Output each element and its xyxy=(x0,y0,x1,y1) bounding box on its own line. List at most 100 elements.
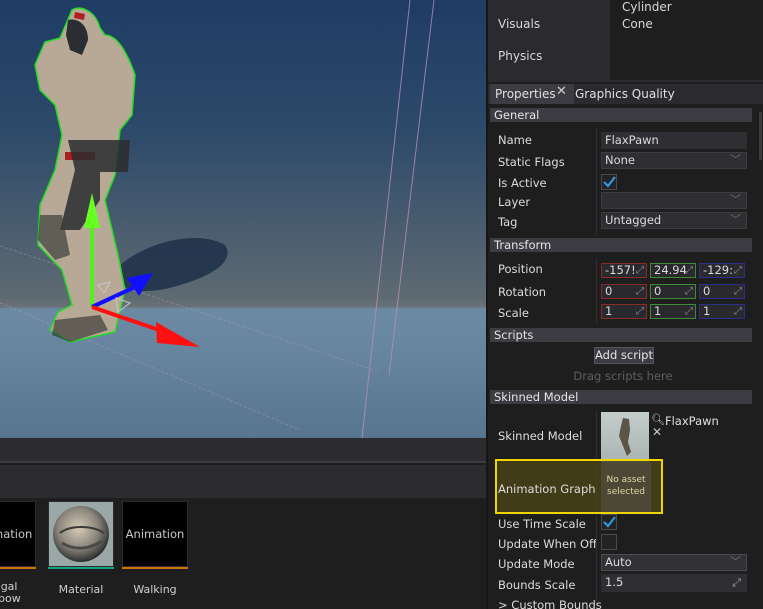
position-label: Position xyxy=(498,262,543,276)
slider-handle-icon[interactable]: ⤢ xyxy=(734,305,742,318)
grid-line xyxy=(388,0,435,376)
checkmark-icon xyxy=(603,176,616,188)
bounds-scale-input[interactable]: 1.5 ⤢ xyxy=(601,574,747,592)
rotation-x-value: 0 xyxy=(605,284,613,298)
update-mode-value: Auto xyxy=(605,555,632,569)
use-time-scale-checkbox[interactable] xyxy=(601,514,617,530)
scale-z-value: 1 xyxy=(703,304,711,318)
slider-handle-icon[interactable]: ⤢ xyxy=(685,305,693,318)
viewport-scene xyxy=(0,0,435,438)
add-script-button[interactable]: Add script xyxy=(594,347,654,364)
static-flags-dropdown[interactable]: None ﹀ xyxy=(601,152,747,169)
bounds-scale-label: Bounds Scale xyxy=(498,578,576,592)
asset-item[interactable]: Animation Legal Elbow xyxy=(0,501,36,605)
asset-type-bar xyxy=(0,567,36,569)
toolbox-item-list: Cylinder Cone xyxy=(610,0,763,80)
rotation-z-value: 0 xyxy=(703,284,711,298)
scale-label: Scale xyxy=(498,306,529,320)
asset-thumbnail xyxy=(48,501,114,567)
clear-icon[interactable]: ✕ xyxy=(652,425,662,439)
scale-x-value: 1 xyxy=(605,304,613,318)
update-mode-dropdown[interactable]: Auto ﹀ xyxy=(601,554,747,571)
content-browser: Animation Legal Elbow Material Animation… xyxy=(0,498,486,609)
update-offscreen-checkbox[interactable] xyxy=(601,534,617,550)
asset-item[interactable]: Material xyxy=(48,501,114,596)
tab-bar: Properties ✕ Graphics Quality xyxy=(488,84,763,104)
rotation-z-input[interactable]: 0 ⤢ xyxy=(699,284,745,299)
bounds-scale-value: 1.5 xyxy=(605,575,624,589)
asset-label: Walking xyxy=(133,583,177,596)
rotation-y-value: 0 xyxy=(654,284,662,298)
column-divider[interactable] xyxy=(596,258,597,324)
position-x-value: -157! xyxy=(605,263,636,277)
slider-handle-icon[interactable]: ⤢ xyxy=(636,285,644,298)
rotation-y-input[interactable]: 0 ⤢ xyxy=(650,284,696,299)
is-active-checkbox[interactable] xyxy=(601,174,617,190)
slider-handle-icon[interactable]: ⤢ xyxy=(685,285,693,298)
model-preview-icon xyxy=(619,418,631,456)
tag-dropdown[interactable]: Untagged ﹀ xyxy=(601,212,747,229)
name-input[interactable]: FlaxPawn xyxy=(601,132,747,149)
position-x-input[interactable]: -157! ⤢ xyxy=(601,263,647,278)
group-header-skinned-model[interactable]: Skinned Model xyxy=(490,390,752,404)
column-divider[interactable] xyxy=(596,128,597,235)
tag-label: Tag xyxy=(498,215,518,229)
toolbox-item-cone[interactable]: Cone xyxy=(622,17,653,31)
is-active-label: Is Active xyxy=(498,176,547,190)
close-icon[interactable]: ✕ xyxy=(556,84,567,99)
static-flags-value: None xyxy=(605,153,636,167)
position-z-input[interactable]: -129: ⤢ xyxy=(699,263,745,278)
group-header-transform[interactable]: Transform xyxy=(490,238,752,252)
scale-x-input[interactable]: 1 ⤢ xyxy=(601,304,647,319)
static-flags-label: Static Flags xyxy=(498,155,565,169)
animation-graph-asset-picker[interactable]: No asset selected xyxy=(601,462,651,512)
asset-item[interactable]: Animation Walking xyxy=(122,501,188,596)
scale-y-input[interactable]: 1 ⤢ xyxy=(650,304,696,319)
tab-graphics-quality[interactable]: Graphics Quality xyxy=(570,84,680,104)
asset-label-line: Elbow xyxy=(0,592,21,605)
animation-graph-label: Animation Graph xyxy=(498,482,596,496)
slider-handle-icon[interactable]: ⤢ xyxy=(734,285,742,298)
tab-label: Properties xyxy=(495,87,556,101)
position-y-input[interactable]: 24.94 ⤢ xyxy=(650,263,696,278)
asset-type-text: Animation xyxy=(0,527,33,541)
asset-thumbnail: Animation xyxy=(122,501,188,567)
content-path-bar xyxy=(0,465,486,498)
gizmo-x-arrow[interactable] xyxy=(156,322,200,347)
custom-bounds-expander[interactable]: > Custom Bounds xyxy=(498,598,602,609)
drag-scripts-hint: Drag scripts here xyxy=(573,369,673,383)
toolbox-category-visuals[interactable]: Visuals xyxy=(498,17,540,31)
slider-handle-icon[interactable]: ⤢ xyxy=(636,305,644,318)
slider-handle-icon[interactable]: ⤢ xyxy=(636,264,644,277)
checkmark-icon xyxy=(603,516,616,528)
properties-scrollbar[interactable] xyxy=(758,104,763,609)
scale-z-input[interactable]: 1 ⤢ xyxy=(699,304,745,319)
scrollbar-thumb[interactable] xyxy=(759,112,762,160)
asset-type-bar xyxy=(48,567,114,569)
slider-handle-icon[interactable]: ⤢ xyxy=(732,575,741,590)
toolbox-item-cylinder[interactable]: Cylinder xyxy=(622,0,672,14)
group-header-scripts[interactable]: Scripts xyxy=(490,328,752,342)
material-sphere-icon xyxy=(53,506,109,562)
skinned-model-asset-name: FlaxPawn xyxy=(665,414,719,428)
slider-handle-icon[interactable]: ⤢ xyxy=(685,264,693,277)
rotation-x-input[interactable]: 0 ⤢ xyxy=(601,284,647,299)
position-z-value: -129: xyxy=(703,263,733,277)
grid-line xyxy=(0,302,301,431)
content-toolbar xyxy=(0,438,486,463)
chevron-down-icon: ﹀ xyxy=(730,193,741,206)
slider-handle-icon[interactable]: ⤢ xyxy=(734,264,742,277)
group-header-general[interactable]: General xyxy=(490,108,752,122)
chevron-down-icon: ﹀ xyxy=(730,153,741,166)
asset-thumbnail: Animation xyxy=(0,501,36,567)
scene-viewport[interactable] xyxy=(0,0,486,438)
layer-label: Layer xyxy=(498,195,531,209)
asset-type-text: Animation xyxy=(125,527,185,541)
name-label: Name xyxy=(498,133,532,147)
layer-dropdown[interactable]: ﹀ xyxy=(601,192,747,209)
right-panel: Visuals Physics Cylinder Cone Properties… xyxy=(488,0,763,609)
skinned-model-asset-picker[interactable] xyxy=(601,412,649,464)
use-time-scale-label: Use Time Scale xyxy=(498,517,586,531)
toolbox-category-physics[interactable]: Physics xyxy=(498,49,542,63)
tag-value: Untagged xyxy=(605,213,662,227)
